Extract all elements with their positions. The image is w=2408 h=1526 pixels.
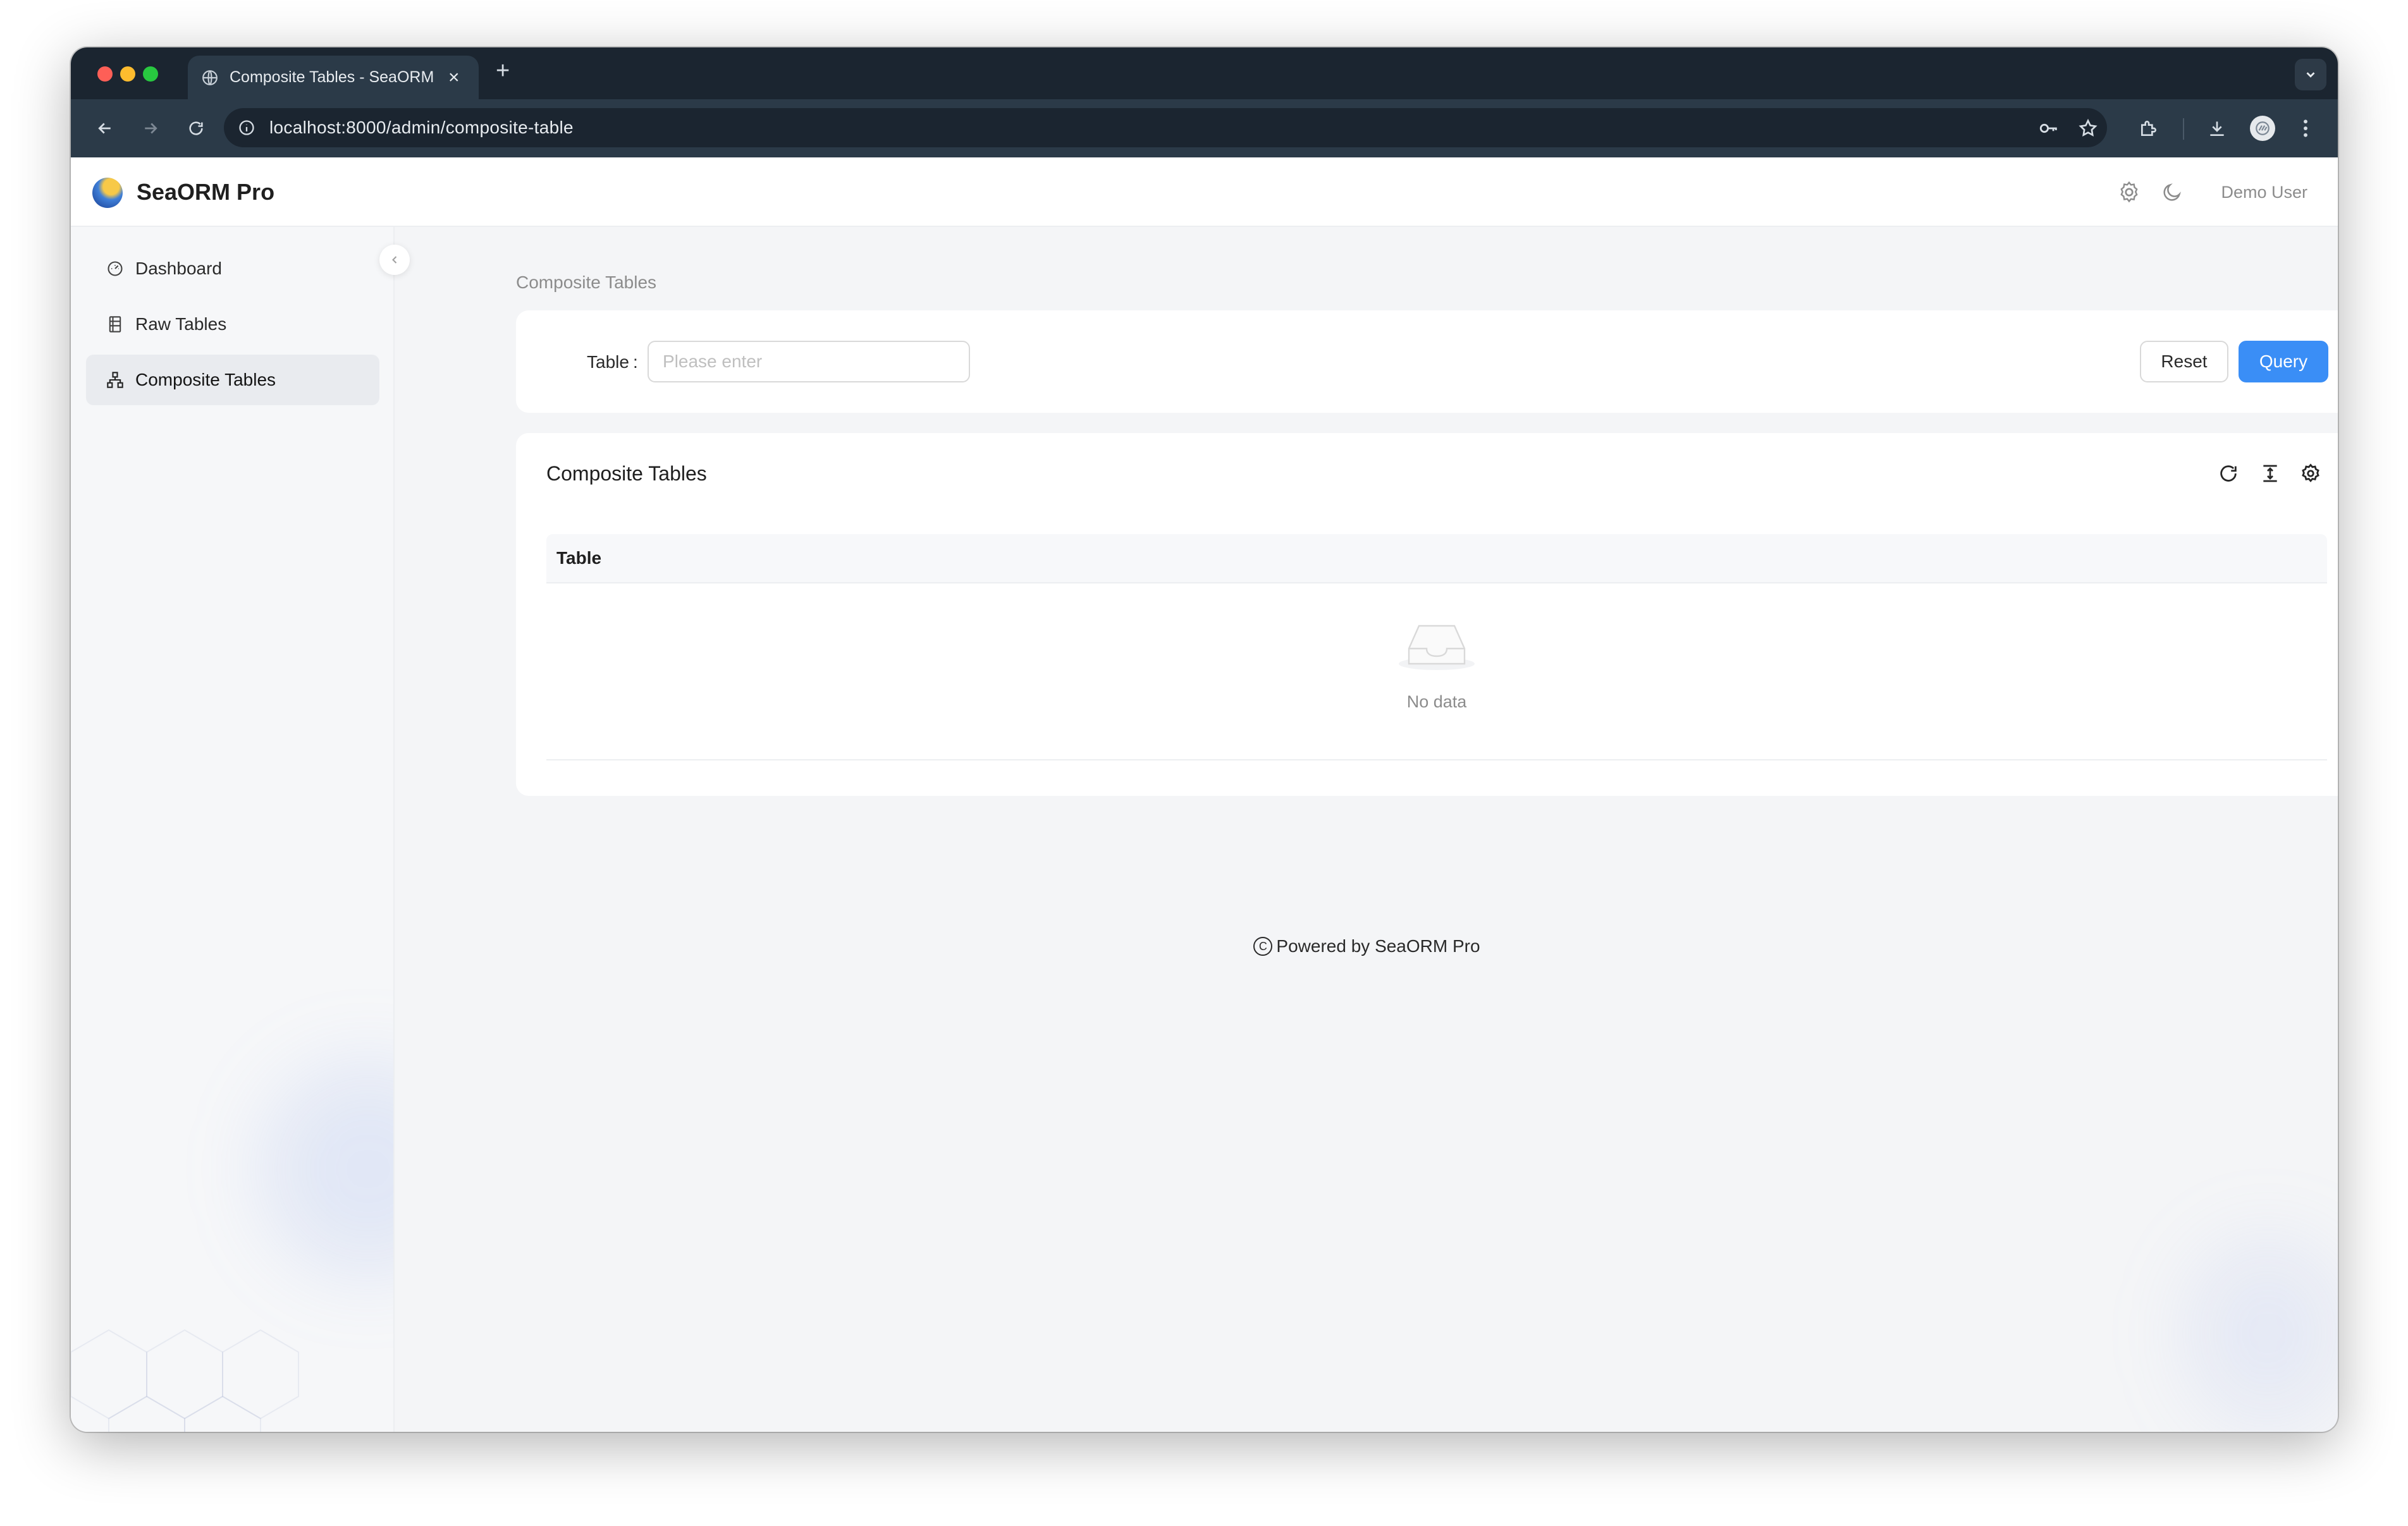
chevron-down-icon [2304,68,2318,82]
profile-avatar-icon [2250,116,2275,141]
seaorm-logo-icon [92,178,123,208]
extensions-button[interactable] [2134,113,2164,143]
back-button[interactable] [90,113,120,143]
bookmark-star-icon[interactable] [2077,117,2099,140]
background-glow [2185,1238,2338,1428]
column-header-table[interactable]: Table [556,548,601,568]
copyright-icon: C [1253,937,1273,956]
table-card-title: Composite Tables [546,462,707,485]
footer-text: Powered by SeaORM Pro [1276,936,1480,956]
browser-menu-button[interactable] [2290,113,2321,143]
query-button[interactable]: Query [2239,341,2328,382]
sidebar-item-label: Raw Tables [135,314,227,334]
profile-button[interactable] [2247,113,2278,143]
column-settings-button[interactable] [2297,460,2325,487]
table-search-input[interactable] [648,341,970,382]
empty-inbox-icon [1399,625,1475,670]
url-text: localhost:8000/admin/composite-table [269,118,574,137]
reload-icon [2218,463,2239,484]
reset-button[interactable]: Reset [2140,341,2228,382]
sidebar-item-composite-tables[interactable]: Composite Tables [86,355,379,405]
table-field-label: Table: [587,352,638,372]
sidebar-item-label: Dashboard [135,259,222,278]
new-tab-icon[interactable]: + [496,59,510,83]
key-icon[interactable] [2037,117,2060,140]
brand-title: SeaORM Pro [137,179,275,205]
forward-button[interactable] [135,113,166,143]
close-window-button[interactable] [97,66,113,82]
search-form-card: Table: Reset Query [516,310,2338,413]
dashboard-icon [105,259,125,279]
maximize-window-button[interactable] [143,66,158,82]
more-vertical-icon [2302,118,2309,138]
sidebar-item-label: Composite Tables [135,370,276,389]
tab-title: Composite Tables - SeaORM Pro [230,68,438,86]
reload-button[interactable] [181,113,211,143]
density-button[interactable] [2256,460,2284,487]
browser-toolbar: localhost:8000/admin/composite-table [71,99,2338,157]
refresh-button[interactable] [2214,460,2242,487]
main-content: Composite Tables Table: Reset Query Comp… [396,227,2338,1432]
empty-state-text: No data [1406,692,1467,711]
cluster-icon [105,370,125,390]
sidebar: Dashboard Raw Tables Composite Tables [71,227,395,1432]
table-icon [105,314,125,334]
sidebar-item-raw-tables[interactable]: Raw Tables [86,299,379,350]
gear-icon [2300,463,2321,484]
breadcrumb[interactable]: Composite Tables [516,272,656,293]
download-icon [2207,118,2227,138]
toolbar-separator [2183,118,2184,140]
browser-window: Composite Tables - SeaORM Pro × + [71,47,2338,1432]
reload-icon [187,119,205,137]
dark-mode-button[interactable] [2159,179,2185,205]
tab-close-icon[interactable]: × [448,68,460,87]
site-info-icon[interactable] [238,119,255,137]
column-height-icon [2260,463,2280,484]
theme-settings-button[interactable] [2116,179,2142,205]
puzzle-icon [2139,118,2159,138]
sidebar-item-dashboard[interactable]: Dashboard [86,243,379,294]
app-header: SeaORM Pro Demo User [71,157,2338,227]
address-bar[interactable]: localhost:8000/admin/composite-table [224,108,2107,147]
hex-pattern-decoration [71,1329,299,1432]
table-body-empty: No data [546,583,2327,760]
arrow-left-icon [95,119,114,138]
table-header: Table [546,534,2327,583]
tab-search-button[interactable] [2295,59,2326,90]
screenshot-stage: Composite Tables - SeaORM Pro × + [0,0,2408,1526]
arrow-right-icon [141,119,160,138]
page-footer: C Powered by SeaORM Pro [396,936,2338,956]
sun-gear-icon [2118,181,2141,204]
browser-tab-active[interactable]: Composite Tables - SeaORM Pro × [188,56,479,99]
browser-tab-bar: Composite Tables - SeaORM Pro × + [71,47,2338,99]
moon-icon [2161,181,2183,203]
downloads-button[interactable] [2202,113,2232,143]
minimize-window-button[interactable] [120,66,135,82]
background-glow [261,1061,393,1276]
globe-icon [202,70,218,86]
composite-tables-card: Composite Tables Table No data [516,433,2338,796]
user-name[interactable]: Demo User [2221,183,2307,202]
